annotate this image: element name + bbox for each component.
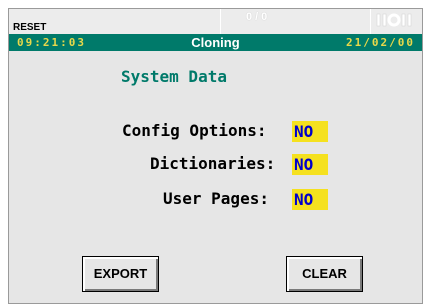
top-bar-divider [370,9,371,34]
hmi-screen: RESET 0/0 09:21:03 Cloning 21/02/00 Syst… [8,8,423,304]
clear-button[interactable]: CLEAR [286,256,363,292]
title-bar: 09:21:03 Cloning 21/02/00 [9,34,422,51]
dictionaries-value[interactable]: NO [292,154,328,175]
export-button[interactable]: EXPORT [82,256,159,292]
user-pages-label: User Pages: [163,189,269,208]
section-heading: System Data [121,67,227,86]
clock-date: 21/02/00 [346,36,415,49]
alarm-counter: 0/0 [246,11,271,23]
config-options-label: Config Options: [122,121,267,140]
config-options-value[interactable]: NO [292,121,328,142]
reset-button[interactable]: RESET [13,22,46,33]
top-bar-divider [220,9,221,34]
user-pages-value[interactable]: NO [292,189,328,210]
dictionaries-label: Dictionaries: [150,154,276,173]
top-bar: RESET 0/0 [9,9,422,34]
signal-status-icon [376,13,412,27]
